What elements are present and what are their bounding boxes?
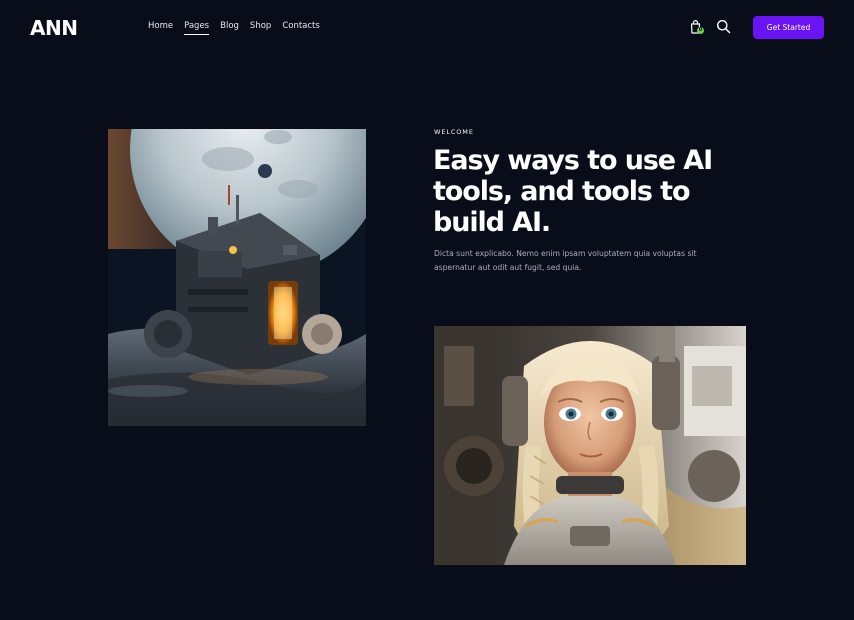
- nav-item-blog[interactable]: Blog: [220, 21, 239, 35]
- search-icon: [717, 20, 731, 34]
- search-button[interactable]: [716, 19, 731, 34]
- cart-button[interactable]: 0: [689, 19, 704, 35]
- cart-count-badge: 0: [697, 27, 704, 34]
- hero-illustration-rover: [108, 129, 366, 426]
- nav-item-home[interactable]: Home: [148, 21, 173, 35]
- hero-headline: Easy ways to use AI tools, and tools to …: [433, 145, 713, 238]
- nav-item-shop[interactable]: Shop: [250, 21, 271, 35]
- logo[interactable]: ANN: [30, 16, 78, 40]
- main-nav: Home Pages Blog Shop Contacts: [148, 21, 331, 35]
- nav-item-pages[interactable]: Pages: [184, 21, 210, 35]
- hero-eyebrow: WELCOME: [434, 128, 474, 136]
- hero-description: Dicta sunt explicabo. Nemo enim ipsam vo…: [434, 249, 697, 272]
- get-started-button[interactable]: Get Started: [753, 16, 824, 39]
- portrait-illustration-cyborg-girl: [434, 326, 746, 565]
- nav-item-contacts[interactable]: Contacts: [282, 21, 320, 35]
